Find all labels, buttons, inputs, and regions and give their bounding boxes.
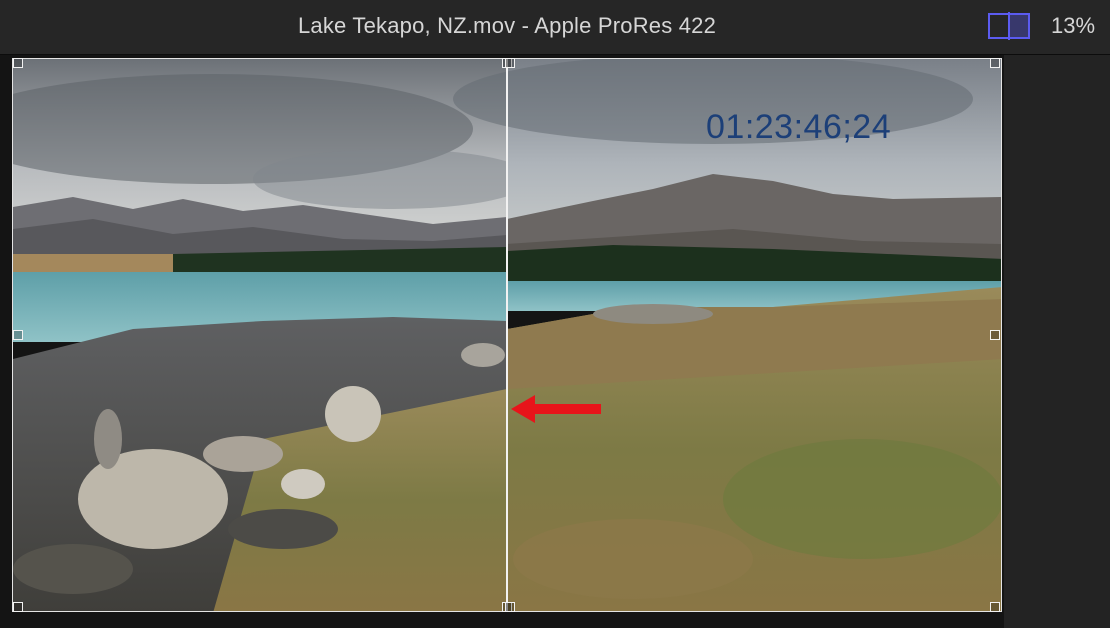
frame-handle-middle-right[interactable] bbox=[990, 330, 1000, 340]
red-left-arrow-icon bbox=[511, 393, 603, 425]
frame-handle-top-left[interactable] bbox=[13, 58, 23, 68]
zoom-level[interactable]: 13% bbox=[1051, 13, 1095, 39]
clip-title: Lake Tekapo, NZ.mov - Apple ProRes 422 bbox=[297, 13, 717, 38]
frame-handle-middle-left[interactable] bbox=[13, 330, 23, 340]
viewer-side-strip bbox=[1004, 55, 1110, 628]
frame-handle-bottom-left[interactable] bbox=[13, 602, 23, 612]
frame-handle-top-center-right[interactable] bbox=[505, 58, 515, 68]
split-view-icon[interactable] bbox=[988, 12, 1030, 40]
frame-handle-bottom-right[interactable] bbox=[990, 602, 1000, 612]
split-divider[interactable] bbox=[506, 58, 508, 612]
viewer-title-bar: Lake Tekapo, NZ.mov - Apple ProRes 422 1… bbox=[0, 0, 1110, 55]
timecode-overlay: 01:23:46;24 bbox=[706, 108, 892, 146]
frame-handle-top-right[interactable] bbox=[990, 58, 1000, 68]
frame-handle-bottom-center-right[interactable] bbox=[505, 602, 515, 612]
